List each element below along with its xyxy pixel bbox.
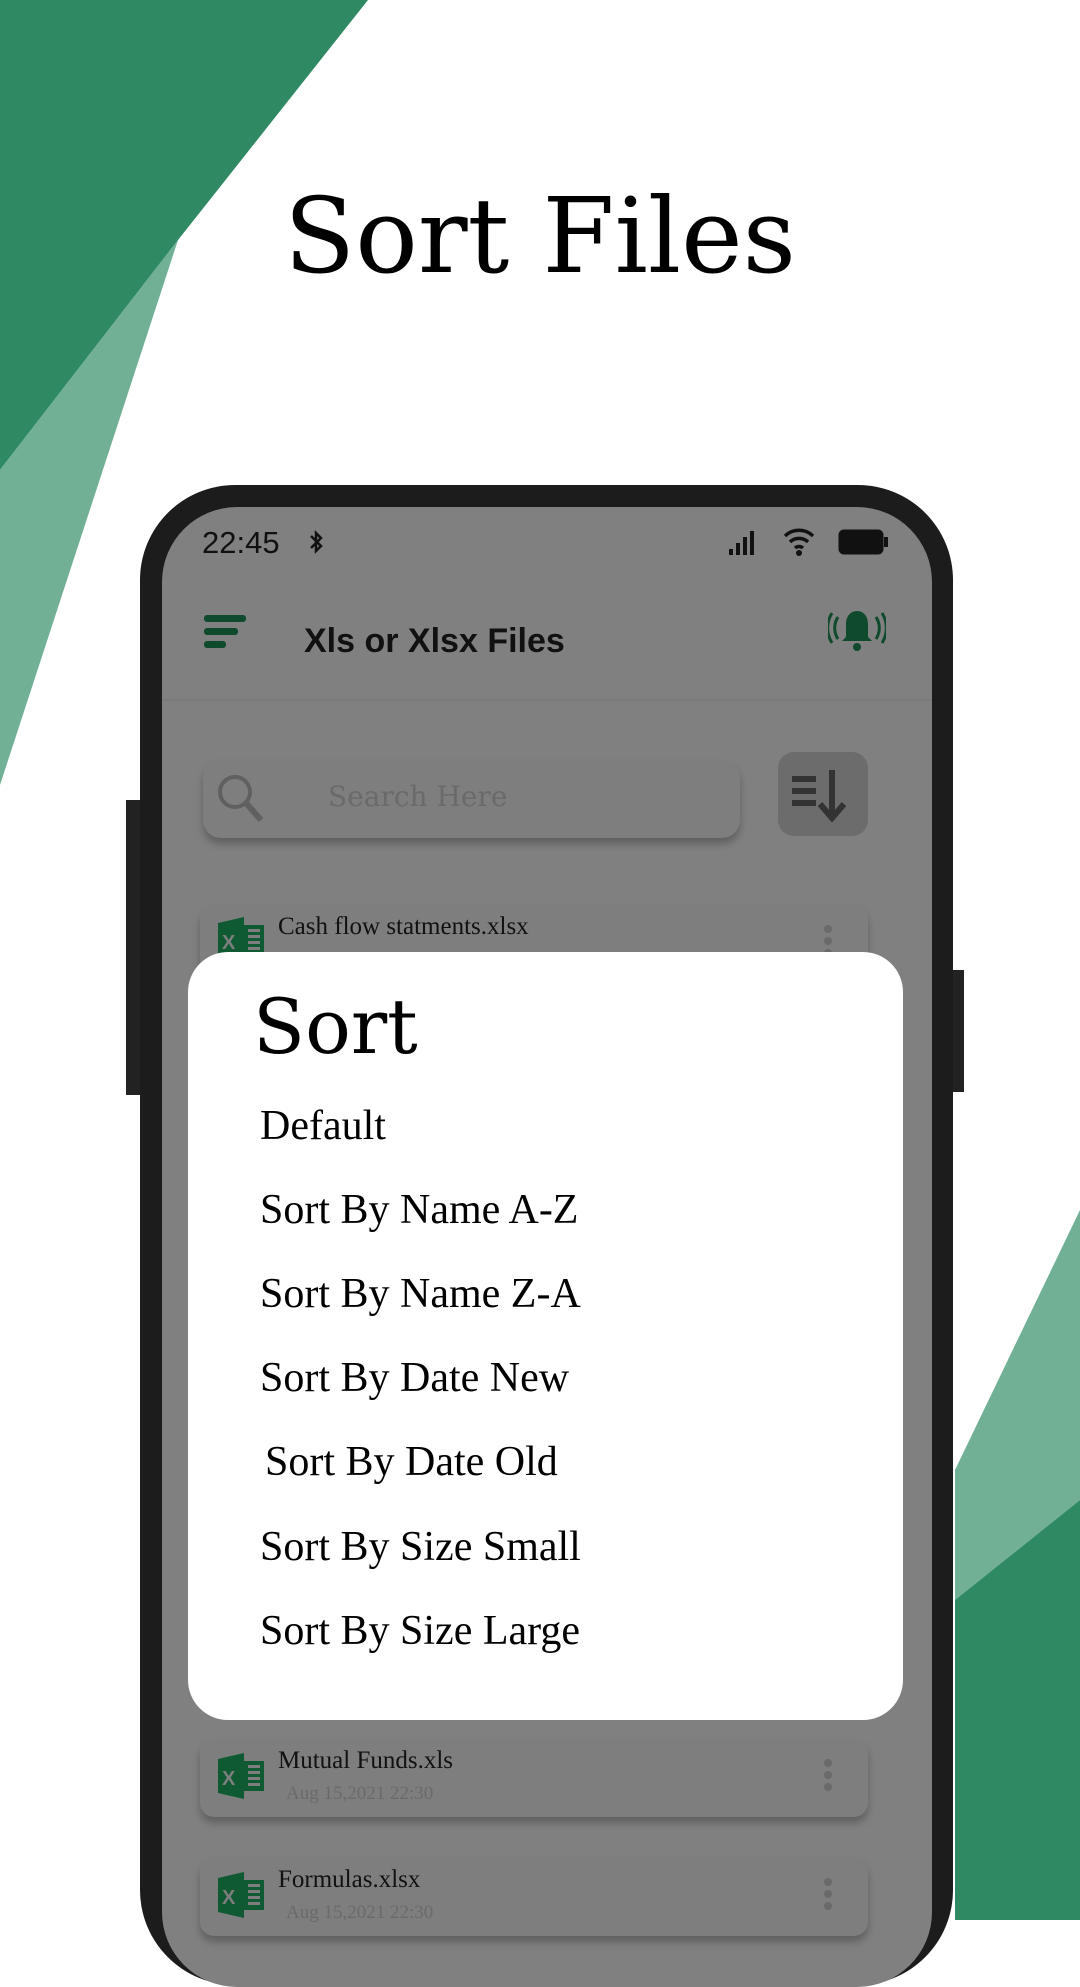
sort-option-default[interactable]: Default — [260, 1102, 386, 1150]
sort-option-name-az[interactable]: Sort By Name A-Z — [260, 1186, 578, 1234]
file-date: Aug 15,2021 22:30 — [286, 1902, 434, 1923]
battery-icon — [838, 529, 888, 555]
sort-button[interactable] — [778, 752, 868, 836]
file-list-item[interactable]: X Mutual Funds.xls Aug 15,2021 22:30 — [200, 1739, 868, 1817]
status-time: 22:45 — [202, 525, 280, 560]
page-headline: Sort Files — [283, 175, 797, 297]
svg-text:X: X — [222, 1768, 236, 1790]
sort-option-date-new[interactable]: Sort By Date New — [260, 1354, 569, 1402]
svg-text:X: X — [222, 1887, 236, 1909]
sort-dialog: Sort Default Sort By Name A-Z Sort By Na… — [188, 952, 903, 1720]
file-name: Formulas.xlsx — [278, 1866, 421, 1893]
app-bar-title: Xls or Xlsx Files — [304, 622, 565, 660]
svg-text:X: X — [222, 932, 236, 954]
sort-option-size-large[interactable]: Sort By Size Large — [260, 1607, 580, 1655]
search-placeholder: Search Here — [328, 780, 508, 813]
signal-icon — [729, 531, 754, 555]
bluetooth-icon — [310, 529, 323, 555]
bell-ringing-icon[interactable] — [828, 607, 886, 655]
sort-option-date-old[interactable]: Sort By Date Old — [265, 1438, 558, 1486]
menu-icon[interactable] — [204, 615, 248, 649]
search-input[interactable]: Search Here — [203, 760, 740, 838]
file-date: Aug 15,2021 22:30 — [286, 1783, 434, 1804]
sort-dialog-title: Sort — [253, 982, 418, 1071]
more-options-icon[interactable] — [824, 1759, 832, 1795]
sort-option-name-za[interactable]: Sort By Name Z-A — [260, 1270, 581, 1318]
excel-file-icon: X — [218, 1872, 264, 1918]
wifi-icon — [783, 528, 815, 556]
file-name: Mutual Funds.xls — [278, 1747, 454, 1774]
more-options-icon[interactable] — [824, 1878, 832, 1914]
excel-file-icon: X — [218, 1753, 264, 1799]
app-bar-divider — [162, 699, 932, 701]
sort-option-size-small[interactable]: Sort By Size Small — [260, 1523, 581, 1571]
file-list-item[interactable]: X Formulas.xlsx Aug 15,2021 22:30 — [200, 1858, 868, 1936]
sort-descending-icon — [792, 770, 847, 822]
search-icon — [218, 775, 264, 822]
file-name: Cash flow statments.xlsx — [278, 913, 529, 940]
